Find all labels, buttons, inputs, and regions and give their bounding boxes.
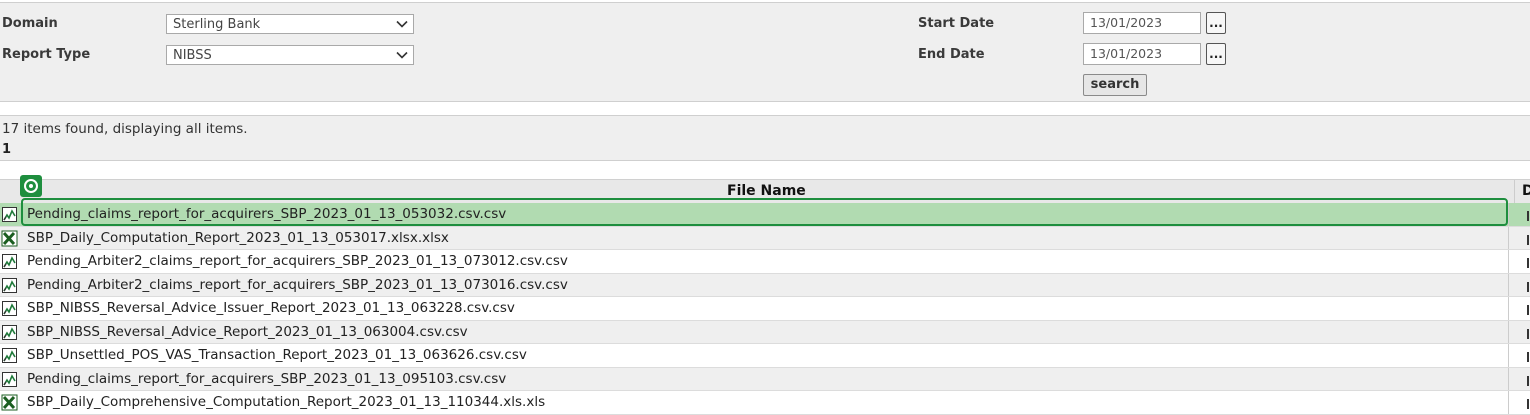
domain-select-value: Sterling Bank bbox=[173, 17, 261, 32]
file-name-link[interactable]: SBP_NIBSS_Reversal_Advice_Issuer_Report_… bbox=[27, 300, 515, 316]
file-name-link[interactable]: SBP_Daily_Comprehensive_Computation_Repo… bbox=[27, 394, 545, 410]
column-divider bbox=[1508, 297, 1509, 320]
file-name-link[interactable]: Pending_Arbiter2_claims_report_for_acqui… bbox=[27, 253, 568, 269]
csv-file-icon bbox=[1, 371, 18, 388]
column-divider bbox=[1508, 226, 1509, 249]
table-row[interactable]: SBP_NIBSS_Reversal_Advice_Report_2023_01… bbox=[0, 320, 1530, 344]
table-row[interactable]: SBP_NIBSS_Reversal_Advice_Issuer_Report_… bbox=[0, 297, 1530, 321]
search-button[interactable]: search bbox=[1083, 74, 1147, 96]
table-row[interactable]: Pending_Arbiter2_claims_report_for_acqui… bbox=[0, 273, 1530, 297]
table-row[interactable]: SBP_Daily_Comprehensive_Computation_Repo… bbox=[0, 391, 1530, 415]
column-divider bbox=[1508, 273, 1509, 296]
csv-file-icon bbox=[1, 206, 18, 223]
csv-file-icon bbox=[1, 277, 18, 294]
column-divider bbox=[1508, 367, 1509, 390]
page-link-1[interactable]: 1 bbox=[2, 142, 11, 157]
download-link[interactable] bbox=[1527, 375, 1529, 386]
items-found-text: 17 items found, displaying all items. bbox=[2, 121, 248, 137]
results-panel: 17 items found, displaying all items. 1 bbox=[0, 115, 1530, 161]
drag-target-icon[interactable] bbox=[20, 175, 42, 197]
table-row[interactable]: Pending_Arbiter2_claims_report_for_acqui… bbox=[0, 250, 1530, 274]
report-type-select[interactable]: NIBSS bbox=[166, 45, 414, 65]
download-link[interactable] bbox=[1527, 352, 1529, 362]
download-link[interactable] bbox=[1527, 211, 1529, 221]
start-date-label: Start Date bbox=[918, 16, 995, 31]
start-date-picker-button[interactable]: ... bbox=[1206, 12, 1226, 34]
table-row[interactable]: SBP_Daily_Computation_Report_2023_01_13_… bbox=[0, 226, 1530, 250]
file-name-link[interactable]: SBP_Unsettled_POS_VAS_Transaction_Report… bbox=[27, 347, 527, 363]
column-divider bbox=[1508, 344, 1509, 367]
table-row[interactable]: Pending_claims_report_for_acquirers_SBP_… bbox=[0, 367, 1530, 391]
column-divider bbox=[1508, 320, 1509, 343]
download-link[interactable] bbox=[1527, 328, 1529, 339]
report-type-select-value: NIBSS bbox=[173, 48, 212, 63]
column-divider bbox=[1508, 250, 1509, 273]
download-link[interactable] bbox=[1527, 399, 1529, 409]
filter-panel: Domain Sterling Bank Report Type NIBSS S… bbox=[0, 2, 1530, 102]
column-divider bbox=[1514, 180, 1515, 204]
download-link[interactable] bbox=[1527, 258, 1529, 268]
start-date-input[interactable]: 13/01/2023 bbox=[1083, 12, 1201, 34]
csv-file-icon bbox=[1, 253, 18, 270]
domain-select[interactable]: Sterling Bank bbox=[166, 14, 414, 34]
column-header-d[interactable]: D bbox=[1522, 183, 1530, 199]
report-type-label: Report Type bbox=[2, 47, 91, 62]
domain-label: Domain bbox=[2, 16, 58, 31]
download-link[interactable] bbox=[1527, 234, 1529, 245]
download-link[interactable] bbox=[1527, 281, 1529, 292]
end-date-picker-button[interactable]: ... bbox=[1206, 43, 1226, 65]
csv-file-icon bbox=[1, 324, 18, 341]
excel-file-icon bbox=[1, 394, 18, 411]
column-header-file-name[interactable]: File Name bbox=[727, 183, 806, 199]
excel-file-icon bbox=[1, 230, 18, 247]
file-name-link[interactable]: SBP_Daily_Computation_Report_2023_01_13_… bbox=[27, 230, 449, 246]
file-table: Pending_claims_report_for_acquirers_SBP_… bbox=[0, 203, 1530, 415]
file-name-link[interactable]: Pending_Arbiter2_claims_report_for_acqui… bbox=[27, 277, 568, 293]
column-divider bbox=[1508, 391, 1509, 414]
file-name-link[interactable]: SBP_NIBSS_Reversal_Advice_Report_2023_01… bbox=[27, 324, 468, 340]
end-date-input[interactable]: 13/01/2023 bbox=[1083, 43, 1201, 65]
csv-file-icon bbox=[1, 300, 18, 317]
chevron-down-icon bbox=[396, 20, 408, 28]
table-row[interactable]: SBP_Unsettled_POS_VAS_Transaction_Report… bbox=[0, 344, 1530, 368]
end-date-label: End Date bbox=[918, 47, 985, 62]
column-divider bbox=[1508, 203, 1509, 226]
selection-highlight bbox=[21, 198, 1508, 226]
chevron-down-icon bbox=[396, 51, 408, 59]
download-link[interactable] bbox=[1527, 305, 1529, 315]
csv-file-icon bbox=[1, 347, 18, 364]
file-name-link[interactable]: Pending_claims_report_for_acquirers_SBP_… bbox=[27, 371, 506, 387]
